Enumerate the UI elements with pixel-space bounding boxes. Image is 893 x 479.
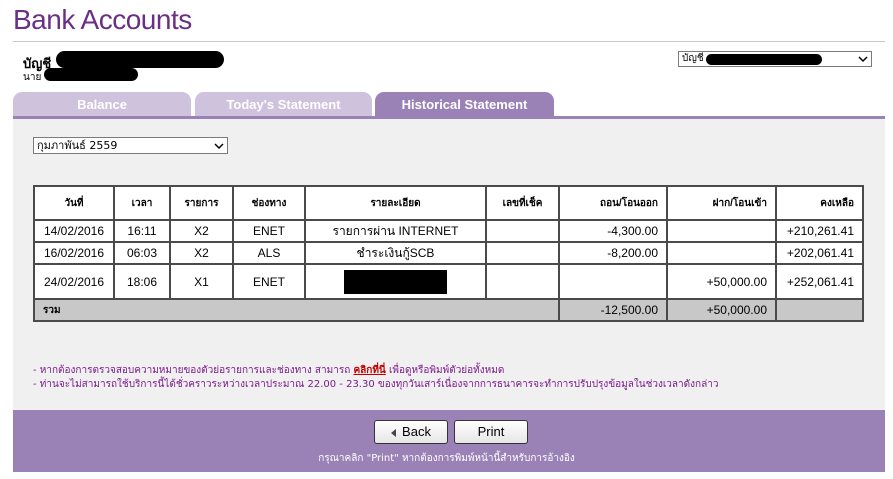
redacted-owner-name bbox=[44, 68, 138, 81]
print-hint: กรุณาคลิก "Print" หากต้องการพิมพ์หน้านี้… bbox=[318, 453, 575, 464]
total-balance bbox=[775, 298, 864, 322]
abbreviation-note-text: - หากต้องการตรวจสอบความหมายของตัวย่อรายก… bbox=[33, 365, 354, 376]
cell-deposit: +50,000.00 bbox=[666, 263, 777, 300]
cell-detail: ชำระเงินกู้SCB bbox=[304, 241, 487, 265]
cell-detail-redacted bbox=[304, 263, 487, 300]
table-row: 14/02/2016 16:11 X2 ENET รายการผ่าน INTE… bbox=[33, 219, 864, 243]
chevron-down-icon bbox=[214, 143, 224, 150]
tab-balance[interactable]: Balance bbox=[13, 92, 191, 117]
cell-deposit bbox=[666, 219, 777, 243]
col-header-deposit: ฝาก/โอนเข้า bbox=[666, 185, 777, 221]
col-header-balance: คงเหลือ bbox=[775, 185, 864, 221]
col-header-date: วันที่ bbox=[33, 185, 115, 221]
cell-code: X2 bbox=[169, 219, 234, 243]
cell-channel: ALS bbox=[232, 241, 306, 265]
col-header-cheque: เลขที่เช็ค bbox=[485, 185, 560, 221]
back-arrow-icon bbox=[391, 428, 397, 437]
redacted-detail bbox=[344, 269, 447, 294]
col-header-detail: รายละเอียด bbox=[304, 185, 487, 221]
col-header-code: รายการ bbox=[169, 185, 234, 221]
table-header-row: วันที่ เวลา รายการ ช่องทาง รายละเอียด เล… bbox=[33, 185, 864, 221]
cell-detail: รายการผ่าน INTERNET bbox=[304, 219, 487, 243]
cell-time: 18:06 bbox=[113, 263, 171, 300]
cell-channel: ENET bbox=[232, 263, 306, 300]
abbreviation-note-suffix: เพื่อดูหรือพิมพ์ตัวย่อทั้งหมด bbox=[385, 365, 505, 376]
cell-channel: ENET bbox=[232, 219, 306, 243]
chevron-down-icon bbox=[858, 56, 868, 63]
cell-time: 16:11 bbox=[113, 219, 171, 243]
cell-balance: +252,061.41 bbox=[775, 263, 864, 300]
cell-date: 16/02/2016 bbox=[33, 241, 115, 265]
col-header-withdraw: ถอน/โอนออก bbox=[558, 185, 668, 221]
abbreviation-note: - หากต้องการตรวจสอบความหมายของตัวย่อรายก… bbox=[33, 363, 504, 378]
back-button[interactable]: Back bbox=[374, 420, 448, 444]
account-select-value: บัญชี bbox=[682, 53, 704, 64]
cell-code: X2 bbox=[169, 241, 234, 265]
col-header-channel: ช่องทาง bbox=[232, 185, 306, 221]
tab-historical-statement[interactable]: Historical Statement bbox=[375, 92, 554, 117]
total-withdraw: -12,500.00 bbox=[558, 298, 668, 322]
table-row: 24/02/2016 18:06 X1 ENET +50,000.00 +252… bbox=[33, 263, 864, 300]
month-select-value: กุมภาพันธ์ 2559 bbox=[37, 139, 118, 152]
col-header-time: เวลา bbox=[113, 185, 171, 221]
cell-deposit bbox=[666, 241, 777, 265]
cell-date: 24/02/2016 bbox=[33, 263, 115, 300]
total-label: รวม bbox=[33, 298, 560, 322]
cell-withdraw: -4,300.00 bbox=[558, 219, 668, 243]
title-divider bbox=[13, 41, 885, 42]
cell-cheque bbox=[485, 263, 560, 300]
month-select[interactable]: กุมภาพันธ์ 2559 bbox=[33, 137, 228, 154]
account-owner: นาย bbox=[23, 72, 42, 83]
cell-withdraw bbox=[558, 263, 668, 300]
cell-withdraw: -8,200.00 bbox=[558, 241, 668, 265]
table-row: 16/02/2016 06:03 X2 ALS ชำระเงินกู้SCB -… bbox=[33, 241, 864, 265]
statement-table: วันที่ เวลา รายการ ช่องทาง รายละเอียด เล… bbox=[33, 185, 864, 322]
cell-time: 06:03 bbox=[113, 241, 171, 265]
page-title: Bank Accounts bbox=[13, 4, 192, 35]
total-deposit: +50,000.00 bbox=[666, 298, 777, 322]
redacted-account-number bbox=[56, 51, 224, 68]
print-button[interactable]: Print bbox=[454, 420, 528, 444]
back-button-label: Back bbox=[402, 424, 431, 439]
tab-todays-statement[interactable]: Today's Statement bbox=[195, 92, 372, 117]
cell-code: X1 bbox=[169, 263, 234, 300]
cell-balance: +202,061.41 bbox=[775, 241, 864, 265]
maintenance-note: - ท่านจะไม่สามารถใช้บริการนี้ได้ชั่วคราว… bbox=[33, 379, 719, 390]
click-here-link[interactable]: คลิกที่นี่ bbox=[353, 365, 385, 376]
cell-date: 14/02/2016 bbox=[33, 219, 115, 243]
redacted-account-select bbox=[706, 54, 822, 65]
cell-cheque bbox=[485, 241, 560, 265]
cell-cheque bbox=[485, 219, 560, 243]
table-total-row: รวม -12,500.00 +50,000.00 bbox=[33, 298, 864, 322]
cell-balance: +210,261.41 bbox=[775, 219, 864, 243]
